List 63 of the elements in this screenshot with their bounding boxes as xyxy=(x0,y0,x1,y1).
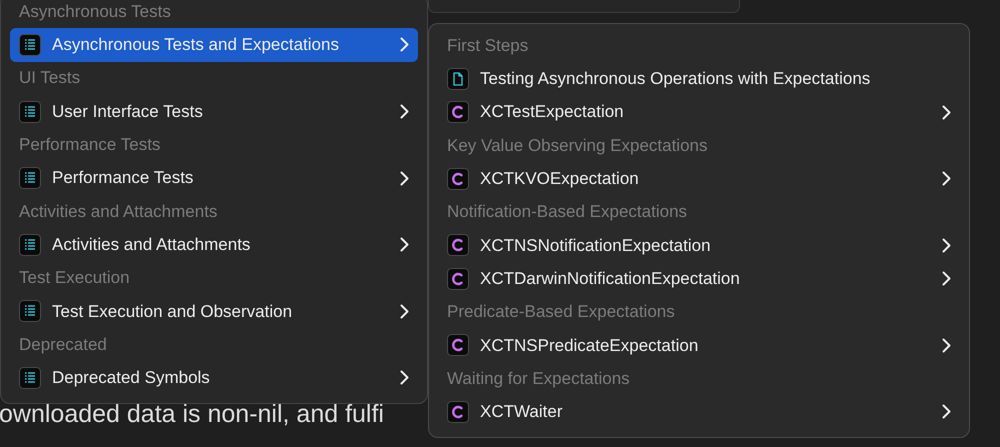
section-header: Key Value Observing Expectations xyxy=(447,134,708,157)
chevron-icon xyxy=(400,370,409,386)
document-icon xyxy=(447,68,469,90)
section-header: Activities and Attachments xyxy=(19,200,218,223)
menu-item[interactable]: XCTNSPredicateExpectation xyxy=(438,328,960,362)
list-icon xyxy=(19,300,41,322)
menu-item-label: XCTNSPredicateExpectation xyxy=(480,334,700,357)
section-header: Performance Tests xyxy=(19,134,160,156)
chevron-icon xyxy=(400,37,409,52)
chevron-icon xyxy=(400,237,409,252)
chevron-icon xyxy=(942,171,951,186)
chevron-icon xyxy=(400,104,409,120)
section-header: Test Execution xyxy=(19,267,130,290)
chevron-icon xyxy=(942,238,951,253)
menu-item-label: Test Execution and Observation xyxy=(52,300,294,323)
list-icon xyxy=(19,167,41,190)
section-header: Predicate-Based Expectations xyxy=(447,301,675,324)
section-header: Asynchronous Tests xyxy=(19,0,171,23)
section-header: UI Tests xyxy=(19,67,80,90)
section-header: Deprecated xyxy=(19,334,107,356)
menu-item-label: XCTKVOExpectation xyxy=(480,168,640,190)
class-icon xyxy=(447,101,469,124)
menu-item-label: Deprecated Symbols xyxy=(52,367,211,390)
chevron-icon xyxy=(400,304,409,319)
menu-item-label: XCTDarwinNotificationExpectation xyxy=(480,268,741,290)
chevron-icon xyxy=(942,104,951,120)
list-icon xyxy=(19,366,41,389)
menu-item-label: Testing Asynchronous Operations with Expectations xyxy=(480,68,872,90)
menu-item[interactable]: XCTestExpectation xyxy=(438,96,960,129)
section-header: Notification-Based Expectations xyxy=(447,201,688,224)
class-icon xyxy=(447,268,469,290)
menu-item[interactable]: Test Execution and Observation xyxy=(10,294,418,328)
menu-item-label: XCTWaiter xyxy=(480,401,564,424)
menu-item[interactable]: Activities and Attachments xyxy=(10,228,418,262)
menu-item-label: XCTNSNotificationExpectation xyxy=(480,234,712,257)
list-icon xyxy=(19,100,41,123)
class-icon xyxy=(447,400,469,423)
chevron-icon xyxy=(942,338,951,353)
chevron-icon xyxy=(942,404,951,420)
list-icon xyxy=(19,234,41,256)
menu-item-label: Performance Tests xyxy=(52,167,194,190)
menu-item[interactable]: XCTKVOExpectation xyxy=(438,162,960,196)
menu-item[interactable]: Performance Tests xyxy=(10,161,418,195)
menu-item[interactable]: User Interface Tests xyxy=(10,94,418,128)
menu-item[interactable]: Deprecated Symbols xyxy=(10,361,418,395)
section-header: First Steps xyxy=(447,34,528,57)
menu-item[interactable]: Testing Asynchronous Operations with Expectations xyxy=(438,62,960,96)
menu-item-label: Asynchronous Tests and Expectations xyxy=(52,34,340,56)
menu-item[interactable]: XCTNSNotificationExpectation xyxy=(438,228,960,262)
menu-item-label: XCTestExpectation xyxy=(480,101,625,124)
list-icon xyxy=(19,34,41,56)
class-icon xyxy=(447,168,469,190)
body-text: ownloaded data is non-nil, and fulfi xyxy=(0,399,384,429)
class-icon xyxy=(447,334,469,356)
menu-item-label: User Interface Tests xyxy=(52,100,204,123)
chevron-icon xyxy=(942,271,951,286)
section-header: Waiting for Expectations xyxy=(447,368,630,390)
menu-item-label: Activities and Attachments xyxy=(52,234,252,256)
menu-item[interactable]: Asynchronous Tests and Expectations xyxy=(10,28,418,62)
menu-item[interactable]: XCTWaiter xyxy=(438,395,960,429)
chevron-icon xyxy=(400,170,409,186)
class-icon xyxy=(447,234,469,256)
menu-item[interactable]: XCTDarwinNotificationExpectation xyxy=(438,262,960,296)
